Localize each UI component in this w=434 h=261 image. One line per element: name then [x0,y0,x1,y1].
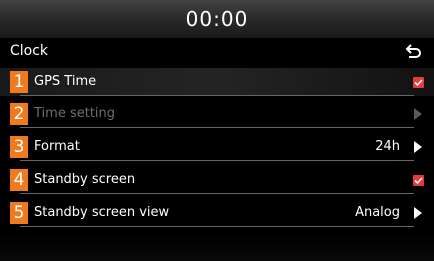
item-label: Format [34,139,80,154]
row-divider [20,193,414,194]
item-value: Analog [355,205,400,220]
menu-item-gps-time[interactable]: 1 GPS Time [0,68,434,96]
page-header: Clock [0,38,434,68]
menu-item-standby-screen-view[interactable]: 5 Standby screen view Analog [0,199,434,227]
item-number-badge: 3 [10,136,28,158]
checkbox-checked-icon[interactable] [413,175,424,186]
row-divider [20,226,414,227]
bottom-bar [0,235,434,261]
clock-settings-screen: 00:00 Clock 1 GPS Time 2 Time setting 3 … [0,0,434,261]
menu-item-format[interactable]: 3 Format 24h [0,133,434,161]
item-value: 24h [375,139,400,154]
item-number-badge: 4 [10,169,28,191]
item-label: Standby screen view [34,205,170,220]
page-title: Clock [10,43,49,59]
menu-item-time-setting[interactable]: 2 Time setting [0,100,434,128]
item-label: Standby screen [34,172,136,187]
status-clock-time: 00:00 [185,7,249,31]
row-divider [20,127,414,128]
item-number-badge: 5 [10,202,28,224]
chevron-right-icon [414,108,422,120]
row-divider [20,95,414,96]
return-arrow-icon[interactable] [402,40,424,66]
item-label: GPS Time [34,74,97,89]
item-number-badge: 1 [10,71,28,93]
chevron-right-icon[interactable] [414,207,422,219]
chevron-right-icon[interactable] [414,141,422,153]
status-bar: 00:00 [0,0,434,38]
item-number-badge: 2 [10,103,28,125]
item-label: Time setting [34,106,116,121]
checkbox-checked-icon[interactable] [413,77,424,88]
menu-item-standby-screen[interactable]: 4 Standby screen [0,166,434,194]
row-divider [20,160,414,161]
